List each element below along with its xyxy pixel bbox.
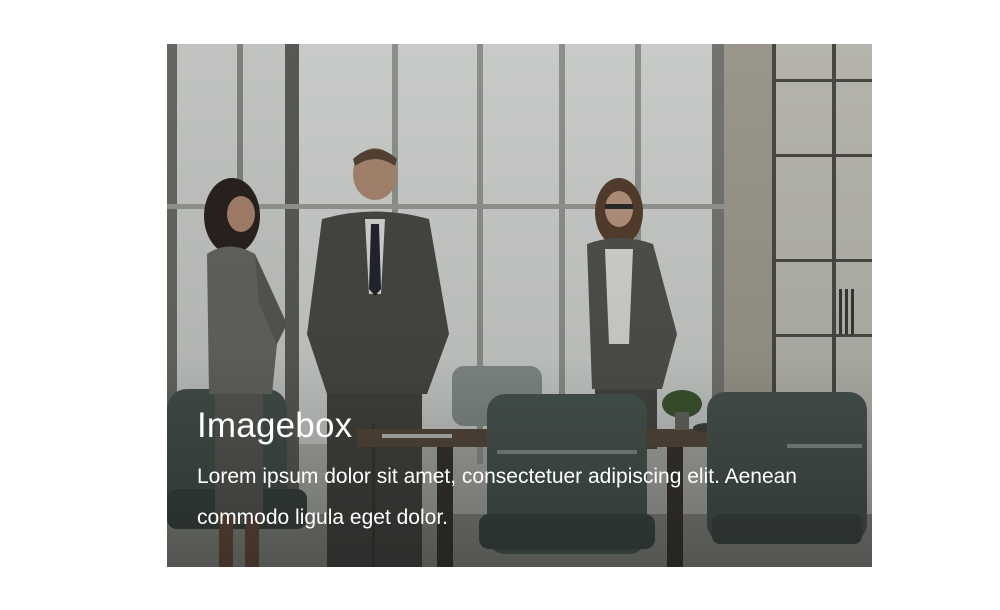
imagebox-caption: Imagebox Lorem ipsum dolor sit amet, con…	[197, 404, 848, 538]
imagebox-description: Lorem ipsum dolor sit amet, consectetuer…	[197, 465, 797, 529]
imagebox-title: Imagebox	[197, 406, 353, 445]
imagebox-card[interactable]: Imagebox Lorem ipsum dolor sit amet, con…	[167, 44, 872, 567]
